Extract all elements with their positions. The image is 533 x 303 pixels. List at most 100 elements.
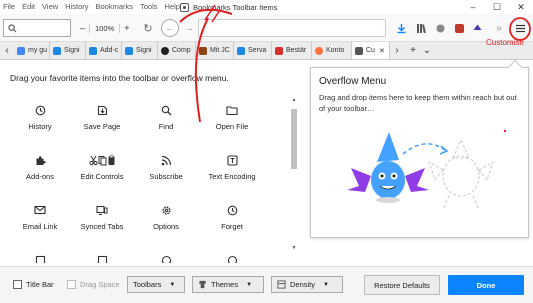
- chevron-down-icon: ⌄: [422, 45, 432, 56]
- downloads-button[interactable]: [393, 20, 409, 36]
- toolbars-dropdown[interactable]: Toolbars ▼: [127, 276, 185, 293]
- maximize-button[interactable]: ☐: [485, 0, 509, 14]
- palette-item-synced-tabs[interactable]: Synced Tabs: [70, 203, 134, 239]
- menu-bookmarks[interactable]: Bookmarks: [96, 0, 134, 14]
- chevron-down-icon: ▼: [323, 281, 329, 288]
- close-button[interactable]: ✕: [509, 0, 533, 14]
- palette-item-forget[interactable]: Forget: [200, 203, 264, 239]
- tab[interactable]: Add-c: [86, 42, 122, 59]
- restore-defaults-button[interactable]: Restore Defaults: [364, 275, 440, 295]
- puzzle-icon: [33, 153, 47, 167]
- overflow-menu-panel: Overflow Menu Drag and drop items here t…: [310, 59, 529, 238]
- menu-tools[interactable]: Tools: [140, 0, 158, 14]
- menu-view[interactable]: View: [42, 0, 58, 14]
- palette-item-email-link[interactable]: Email Link: [8, 203, 72, 239]
- tab-scroll-right-button[interactable]: ›: [390, 45, 404, 56]
- menu-history[interactable]: History: [65, 0, 88, 14]
- search-input[interactable]: [20, 23, 68, 33]
- checkbox-box[interactable]: [67, 280, 76, 289]
- palette-item-partial[interactable]: [134, 253, 198, 263]
- palette-scrollbar[interactable]: ▲ ▼: [290, 97, 298, 251]
- palette-item-history[interactable]: History: [8, 103, 72, 139]
- folder-icon: [225, 103, 239, 117]
- menu-edit[interactable]: Edit: [22, 0, 35, 14]
- back-button[interactable]: ←: [161, 19, 179, 37]
- search-icon: [8, 23, 17, 32]
- new-tab-button[interactable]: +: [406, 45, 420, 56]
- extension-button-2[interactable]: [451, 20, 467, 36]
- bookmarks-toolbar-icon: [180, 2, 189, 12]
- google-icon: [17, 46, 25, 55]
- palette-item-subscribe[interactable]: Subscribe: [134, 153, 198, 189]
- density-dropdown[interactable]: Density ▼: [271, 276, 343, 293]
- reload-button[interactable]: ↻: [140, 20, 156, 36]
- palette-item-text-encoding[interactable]: Text Encoding: [200, 153, 264, 189]
- tab-scroll-left-button[interactable]: ‹: [0, 45, 14, 56]
- tab[interactable]: Signi: [122, 42, 158, 59]
- palette-item-partial[interactable]: [70, 253, 134, 263]
- triangle-down-icon[interactable]: ▼: [290, 245, 298, 251]
- site-icon: [89, 46, 97, 55]
- tab[interactable]: Konto: [312, 42, 352, 59]
- url-bar[interactable]: [198, 19, 386, 37]
- tab[interactable]: Comp: [158, 42, 196, 59]
- palette-item-open-file[interactable]: Open File: [200, 103, 264, 139]
- window-title-text: Bookmarks Toolbar Items: [193, 2, 278, 12]
- chevron-left-icon: ‹: [5, 45, 9, 56]
- done-button[interactable]: Done: [448, 275, 524, 295]
- pocket-button[interactable]: [469, 20, 485, 36]
- themes-icon: [198, 280, 207, 289]
- customize-instruction: Drag your favorite items into the toolba…: [10, 73, 229, 83]
- search-box[interactable]: [3, 19, 71, 37]
- tab[interactable]: Mit JC: [196, 42, 234, 59]
- title-bar-checkbox[interactable]: Title Bar: [13, 280, 54, 289]
- gear-icon: [159, 203, 173, 217]
- synced-tabs-icon: [95, 203, 109, 217]
- customize-palette: History Save Page Find Open File Add-ons…: [8, 97, 288, 263]
- site-icon: [237, 46, 245, 55]
- tab[interactable]: Bestär: [272, 42, 312, 59]
- extension-button[interactable]: [432, 20, 448, 36]
- site-icon: [53, 46, 61, 55]
- title-bar: File Edit View History Bookmarks Tools H…: [0, 0, 533, 14]
- drag-space-checkbox[interactable]: Drag Space: [67, 280, 120, 289]
- palette-item-edit-controls[interactable]: Edit Controls: [70, 153, 134, 189]
- menu-help[interactable]: Help: [165, 0, 180, 14]
- overflow-title: Overflow Menu: [319, 76, 387, 87]
- themes-dropdown[interactable]: Themes ▼: [192, 276, 264, 293]
- forward-button[interactable]: →: [180, 19, 198, 37]
- palette-item-partial[interactable]: [8, 253, 72, 263]
- library-button[interactable]: [413, 20, 429, 36]
- close-icon[interactable]: ✕: [379, 47, 385, 55]
- palette-item-add-ons[interactable]: Add-ons: [8, 153, 72, 189]
- menu-button[interactable]: [512, 20, 528, 36]
- chevron-down-icon: ▼: [246, 281, 253, 288]
- palette-item-save-page[interactable]: Save Page: [70, 103, 134, 139]
- plus-icon: +: [410, 45, 416, 56]
- chevron-right-icon: ›: [395, 45, 399, 56]
- palette-item-partial[interactable]: [200, 253, 264, 263]
- tab[interactable]: Signi: [50, 42, 86, 59]
- customize-footer: Title Bar Drag Space Toolbars ▼ Themes ▼…: [0, 266, 533, 303]
- partial-item-icon: [33, 253, 47, 263]
- tab-list-button[interactable]: ⌄: [420, 45, 434, 56]
- zoom-controls: – 100% +: [76, 19, 133, 37]
- chevron-double-right-icon: »: [496, 22, 502, 34]
- menu-bar: File Edit View History Bookmarks Tools H…: [0, 0, 187, 14]
- palette-item-find[interactable]: Find: [134, 103, 198, 139]
- checkbox-box[interactable]: [13, 280, 22, 289]
- zoom-in-button[interactable]: +: [120, 23, 133, 33]
- palette-item-options[interactable]: Options: [134, 203, 198, 239]
- zoom-reset-button[interactable]: 100%: [89, 23, 121, 33]
- menu-file[interactable]: File: [3, 0, 15, 14]
- tab[interactable]: my gu: [14, 42, 50, 59]
- window-controls: – ☐ ✕: [461, 0, 533, 14]
- tab-active[interactable]: Cu ✕: [352, 42, 390, 59]
- zoom-out-button[interactable]: –: [76, 23, 89, 33]
- overflow-chevron-button[interactable]: »: [491, 20, 507, 36]
- triangle-up-icon[interactable]: ▲: [290, 97, 298, 103]
- tab[interactable]: Serva: [234, 42, 272, 59]
- minimize-button[interactable]: –: [461, 0, 485, 14]
- scrollbar-thumb[interactable]: [291, 109, 297, 169]
- customise-annotation: Customise: [486, 38, 524, 47]
